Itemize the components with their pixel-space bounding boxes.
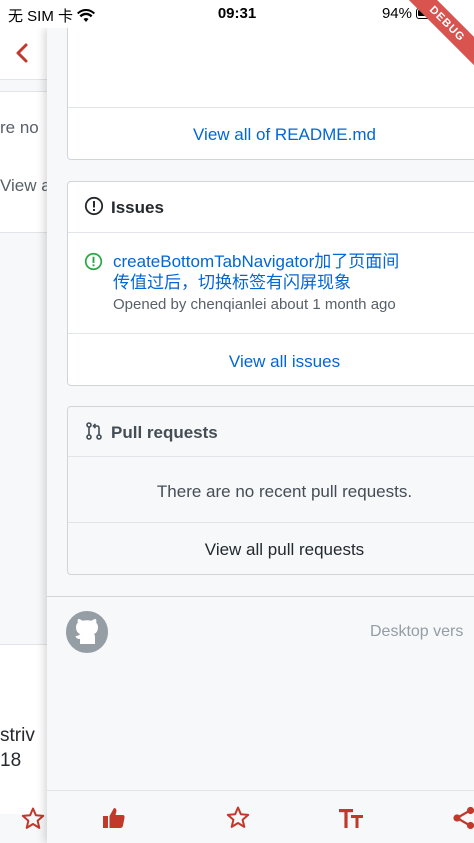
desktop-version-link[interactable]: Desktop vers — [370, 623, 463, 641]
chevron-left-icon[interactable] — [10, 40, 36, 66]
background-card — [0, 91, 47, 233]
pull-requests-empty-message: There are no recent pull requests. — [156, 482, 413, 501]
background-text: 18 — [0, 750, 22, 771]
repository-detail-page: View all of README.md Issues createBotto… — [47, 28, 474, 843]
background-text: striv — [0, 725, 35, 746]
divider — [68, 107, 474, 108]
bottom-toolbar — [47, 790, 474, 843]
share-icon[interactable] — [451, 805, 474, 831]
issues-title: Issues — [111, 198, 164, 217]
battery-percent: 94% — [381, 5, 412, 22]
star-icon[interactable] — [225, 805, 251, 831]
github-mark-icon[interactable] — [66, 611, 108, 653]
star-icon[interactable] — [20, 806, 46, 832]
view-all-pull-requests-link[interactable]: View all pull requests — [68, 540, 474, 560]
pull-requests-card: Pull requests There are no recent pull r… — [67, 406, 474, 575]
info-circle-icon — [84, 196, 104, 216]
font-size-icon[interactable] — [338, 805, 364, 831]
divider — [68, 522, 474, 523]
pull-requests-header: Pull requests — [68, 407, 474, 457]
issue-opened-icon — [84, 252, 103, 271]
issue-title-link[interactable]: createBottomTabNavigator加了页面间传值过后，切换标签有闪… — [113, 251, 413, 293]
thumbs-up-icon[interactable] — [101, 805, 127, 831]
pull-requests-title: Pull requests — [111, 423, 218, 442]
background-text: re no — [0, 118, 39, 137]
view-all-issues-link[interactable]: View all issues — [68, 352, 474, 372]
issues-card: Issues createBottomTabNavigator加了页面间传值过后… — [67, 181, 474, 386]
background-link: View a — [0, 176, 51, 195]
footer-divider — [47, 596, 474, 597]
view-all-readme-link[interactable]: View all of README.md — [68, 125, 474, 145]
issue-meta: Opened by chenqianlei about 1 month ago — [113, 296, 396, 313]
git-pull-request-icon — [86, 422, 102, 440]
issues-header: Issues — [68, 182, 474, 233]
divider — [68, 333, 474, 334]
status-bar: 无 SIM 卡 09:31 94% — [0, 0, 474, 28]
readme-card: View all of README.md — [67, 28, 474, 160]
